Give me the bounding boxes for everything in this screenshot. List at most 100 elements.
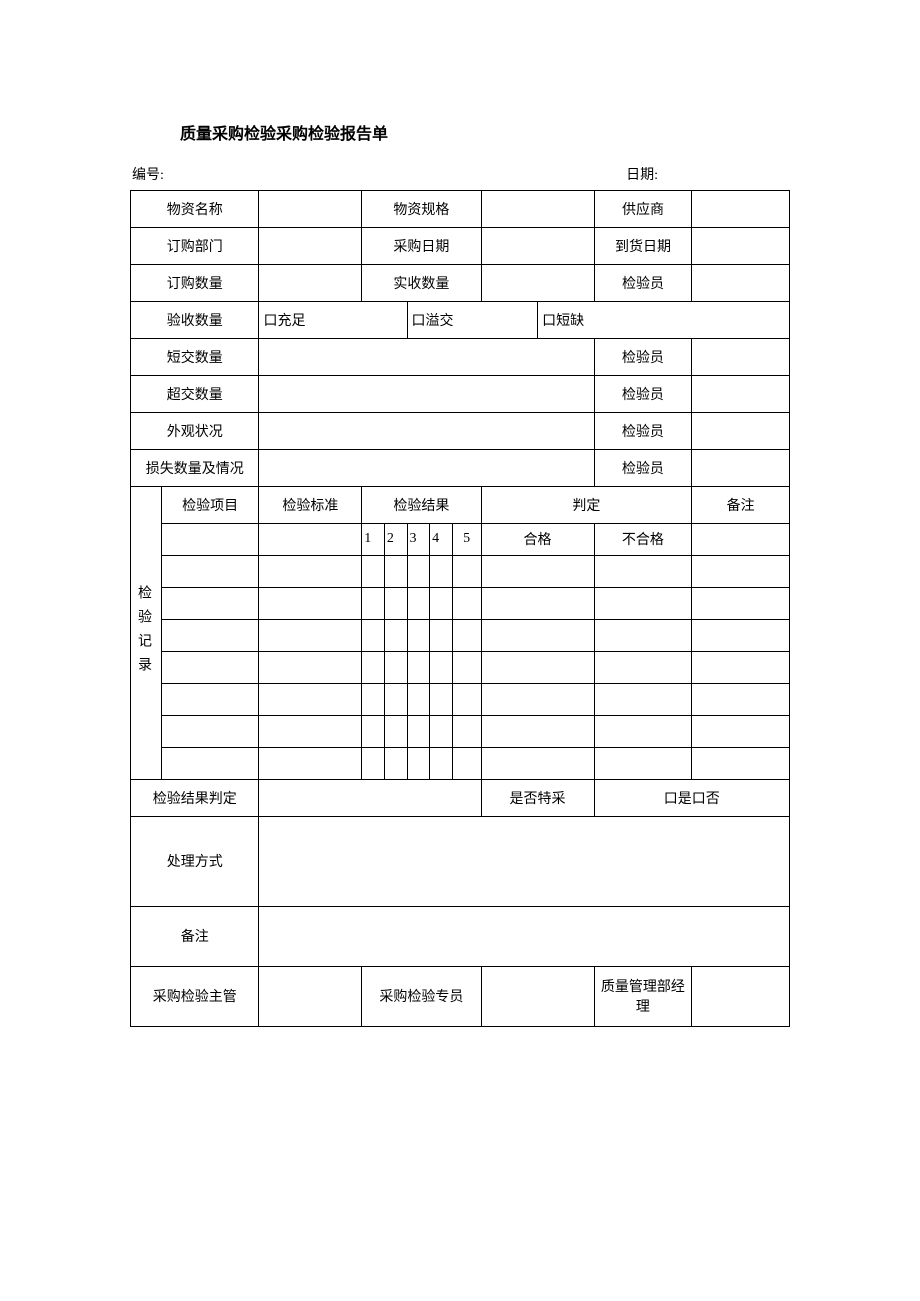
table-cell	[692, 555, 790, 587]
table-cell	[362, 747, 385, 779]
table-cell	[481, 555, 594, 587]
label-short-qty: 短交数量	[131, 339, 259, 376]
value-inspector-2	[692, 339, 790, 376]
label-material-spec: 物资规格	[362, 191, 481, 228]
table-cell	[259, 683, 362, 715]
value-over-qty	[259, 375, 594, 412]
label-material-name: 物资名称	[131, 191, 259, 228]
checkbox-shortage: 口短缺	[538, 302, 790, 339]
table-cell	[407, 619, 430, 651]
table-cell	[384, 651, 407, 683]
label-inspector-1: 检验员	[594, 265, 692, 302]
value-inspector-4	[692, 412, 790, 449]
table-cell	[692, 715, 790, 747]
table-cell	[161, 747, 259, 779]
table-cell	[384, 683, 407, 715]
label-order-dept: 订购部门	[131, 228, 259, 265]
table-cell	[430, 715, 453, 747]
table-cell	[692, 651, 790, 683]
table-cell	[452, 587, 481, 619]
table-cell	[594, 587, 692, 619]
table-cell	[481, 683, 594, 715]
table-cell	[362, 619, 385, 651]
table-cell	[259, 587, 362, 619]
table-cell	[259, 651, 362, 683]
table-cell	[362, 651, 385, 683]
value-specialist	[481, 966, 594, 1026]
table-cell	[407, 747, 430, 779]
value-manager	[692, 966, 790, 1026]
meta-row: 编号: 日期:	[130, 164, 790, 184]
label-supplier: 供应商	[594, 191, 692, 228]
table-cell	[161, 619, 259, 651]
label-appearance: 外观状况	[131, 412, 259, 449]
value-short-qty	[259, 339, 594, 376]
table-cell	[594, 747, 692, 779]
value-result-judge	[259, 779, 481, 816]
col-5: 5	[452, 523, 481, 555]
value-loss-qty	[259, 449, 594, 486]
value-material-spec	[481, 191, 594, 228]
table-cell	[452, 619, 481, 651]
value-supplier	[692, 191, 790, 228]
label-inspector-5: 检验员	[594, 449, 692, 486]
table-cell	[407, 715, 430, 747]
table-cell	[692, 747, 790, 779]
table-cell	[481, 715, 594, 747]
table-cell	[384, 715, 407, 747]
value-yes-no: 口是口否	[594, 779, 789, 816]
table-cell	[692, 683, 790, 715]
table-cell	[161, 651, 259, 683]
label-remark2: 备注	[131, 906, 259, 966]
table-cell	[362, 715, 385, 747]
table-cell	[407, 651, 430, 683]
table-cell	[161, 523, 259, 555]
label-judge: 判定	[481, 486, 692, 523]
label-inspector-3: 检验员	[594, 375, 692, 412]
table-cell	[362, 683, 385, 715]
date-label: 日期:	[626, 164, 658, 184]
value-supervisor	[259, 966, 362, 1026]
label-specialist: 采购检验专员	[362, 966, 481, 1026]
label-manager: 质量管理部经理	[594, 966, 692, 1026]
table-cell	[481, 587, 594, 619]
table-cell	[594, 619, 692, 651]
table-cell	[362, 555, 385, 587]
table-cell	[430, 587, 453, 619]
table-cell	[407, 587, 430, 619]
col-3: 3	[407, 523, 430, 555]
table-cell	[161, 683, 259, 715]
label-loss-qty: 损失数量及情况	[131, 449, 259, 486]
value-remark2	[259, 906, 790, 966]
table-cell	[692, 619, 790, 651]
label-check-result: 检验结果	[362, 486, 481, 523]
value-order-qty	[259, 265, 362, 302]
label-accept-qty: 验收数量	[131, 302, 259, 339]
table-cell	[259, 747, 362, 779]
label-inspector-4: 检验员	[594, 412, 692, 449]
table-cell	[594, 683, 692, 715]
label-remark: 备注	[692, 486, 790, 523]
table-cell	[594, 715, 692, 747]
table-cell	[594, 651, 692, 683]
label-supervisor: 采购检验主管	[131, 966, 259, 1026]
table-cell	[692, 523, 790, 555]
table-cell	[259, 619, 362, 651]
label-fail: 不合格	[594, 523, 692, 555]
label-check-item: 检验项目	[161, 486, 259, 523]
report-table-2: 短交数量 检验员 超交数量 检验员 外观状况 检验员 损失数量及情况 检验员 检…	[130, 339, 790, 1027]
table-cell	[430, 619, 453, 651]
col-1: 1	[362, 523, 385, 555]
table-cell	[452, 715, 481, 747]
label-order-qty: 订购数量	[131, 265, 259, 302]
label-inspector-2: 检验员	[594, 339, 692, 376]
table-cell	[481, 651, 594, 683]
table-cell	[362, 587, 385, 619]
table-cell	[430, 651, 453, 683]
checkbox-overflow: 口溢交	[407, 302, 538, 339]
number-label: 编号:	[132, 164, 164, 184]
table-cell	[481, 747, 594, 779]
value-material-name	[259, 191, 362, 228]
label-record: 检验记录	[131, 486, 162, 779]
value-inspector-3	[692, 375, 790, 412]
